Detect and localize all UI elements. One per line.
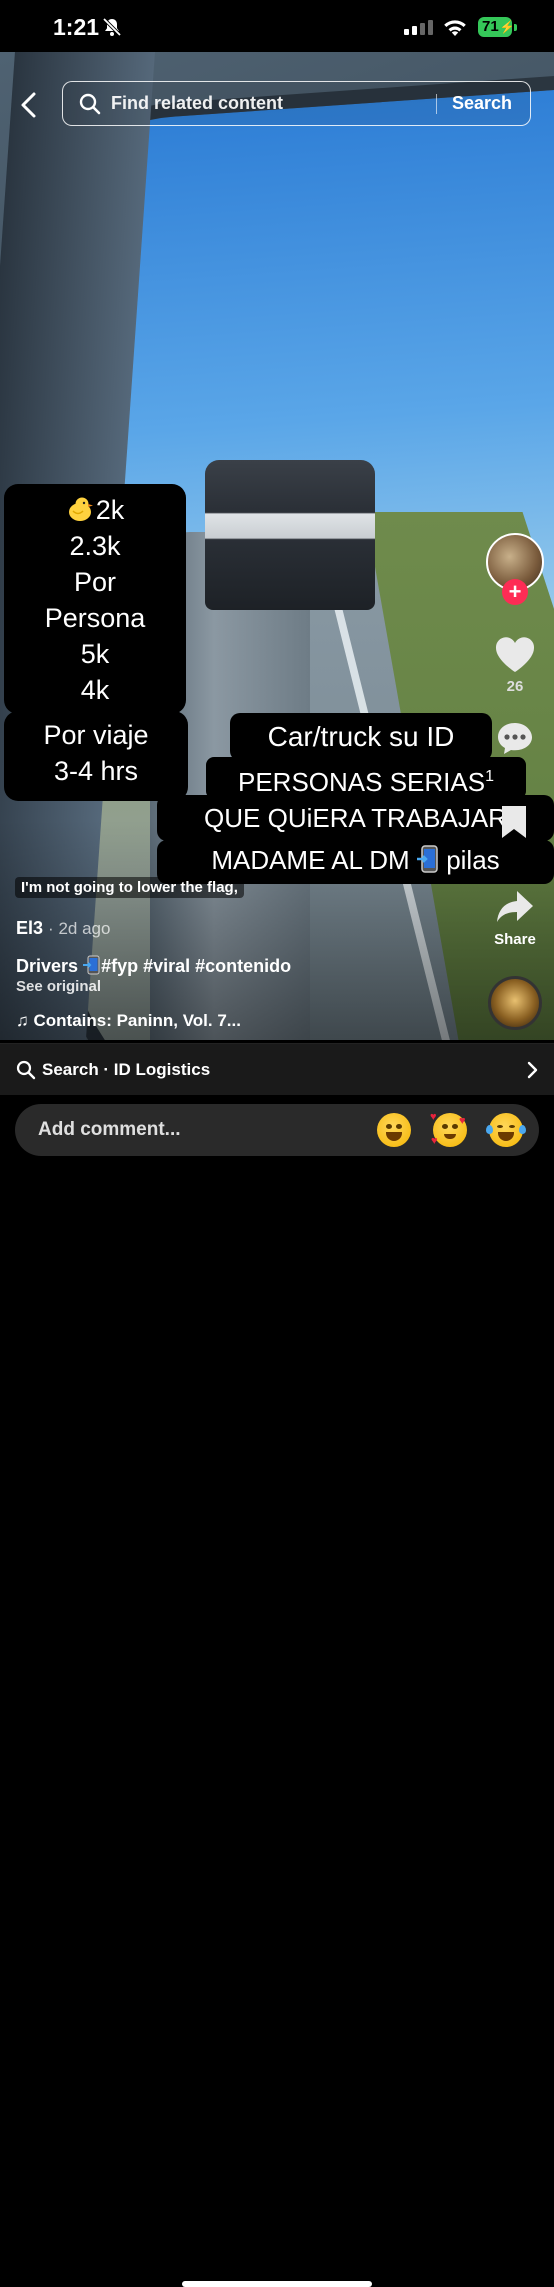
comment-bar: Add comment... ♥ ♥ ♥: [0, 1095, 554, 2287]
search-icon: [79, 93, 101, 120]
share-arrow-icon: [497, 891, 533, 922]
related-search-label[interactable]: Search · ID Logistics: [42, 1060, 210, 1080]
promo-line-4-text: MADAME AL DM: [211, 845, 410, 875]
add-comment-field[interactable]: Add comment... ♥ ♥ ♥: [15, 1104, 539, 1156]
price-line-4: Persona: [44, 603, 146, 633]
post-description: Drivers #fyp #viral #contenido: [16, 955, 291, 977]
share-button[interactable]: [495, 889, 535, 930]
grin-emoji-button[interactable]: [377, 1113, 411, 1147]
cellular-signal-icon: [404, 20, 433, 35]
chick-emoji-icon: [66, 495, 94, 521]
home-indicator: [182, 2281, 372, 2287]
chevron-right-icon: [526, 1061, 538, 1084]
heart-icon: [495, 637, 535, 672]
price-line-3: Por: [73, 567, 117, 597]
wifi-icon: [442, 18, 468, 43]
muted-bell-icon: [101, 16, 123, 43]
music-text[interactable]: Contains: Paninn, Vol. 7...: [33, 1011, 240, 1030]
search-button[interactable]: Search: [452, 93, 512, 114]
music-note-icon: ♫: [16, 1011, 29, 1030]
post-time: · 2d ago: [48, 919, 111, 938]
following-truck: [205, 460, 375, 610]
search-placeholder[interactable]: Find related content: [111, 93, 283, 114]
battery-cap: [514, 24, 517, 31]
trip-overlay: Por viaje 3-4 hrs: [4, 711, 188, 801]
search-divider: [436, 94, 437, 114]
trip-line-1: Por viaje: [43, 720, 149, 750]
back-button[interactable]: [16, 90, 42, 120]
status-time: 1:21: [53, 14, 100, 40]
chevron-left-icon: [21, 92, 36, 118]
battery-indicator: 71⚡: [478, 17, 515, 37]
description-prefix: Drivers: [16, 956, 79, 976]
promo-line-2-text: PERSONAS SERIAS: [238, 767, 486, 797]
comment-placeholder[interactable]: Add comment...: [38, 1119, 181, 1141]
music-info[interactable]: ♫ Contains: Paninn, Vol. 7...: [16, 1011, 241, 1031]
trip-line-2: 3-4 hrs: [53, 756, 139, 786]
music-disc[interactable]: [488, 976, 542, 1030]
price-value: 2k: [95, 495, 125, 525]
heart-face-emoji-button[interactable]: ♥ ♥ ♥: [430, 1111, 467, 1147]
comment-bubble-icon: [498, 723, 532, 754]
author-name[interactable]: El3: [16, 918, 43, 938]
see-original-link[interactable]: See original: [16, 978, 101, 995]
promo-line-2-sup: 1: [485, 768, 494, 785]
subtitle-caption: I'm not going to lower the flag,: [15, 877, 244, 898]
share-label: Share: [494, 931, 536, 948]
like-count: 26: [506, 678, 524, 695]
promo-line-1: Car/truck su ID: [230, 713, 492, 761]
laughing-tears-emoji-button[interactable]: [486, 1113, 526, 1147]
price-line-1: 2k: [4, 492, 186, 528]
battery-level: 71: [482, 18, 499, 35]
price-line-2: 2.3k: [69, 531, 121, 561]
post-author[interactable]: El3 · 2d ago: [16, 918, 110, 939]
price-line-6: 4k: [80, 675, 110, 705]
phone-arrow-emoji-icon: [416, 844, 439, 874]
promo-line-4-end: pilas: [446, 845, 500, 875]
promo-line-3: QUE QUiERA TRABAJAR: [157, 795, 554, 841]
phone-arrow-emoji-icon: [83, 955, 101, 975]
follow-plus-button[interactable]: +: [502, 579, 528, 605]
bookmark-icon: [502, 806, 526, 838]
related-search-bar[interactable]: Search · ID Logistics: [0, 1043, 554, 1096]
promo-line-2: PERSONAS SERIAS1: [206, 757, 526, 799]
description-tags[interactable]: #fyp #viral #contenido: [101, 956, 291, 976]
comment-button[interactable]: [496, 720, 534, 761]
price-line-5: 5k: [80, 639, 110, 669]
charging-bolt-icon: ⚡: [499, 20, 515, 34]
like-button[interactable]: [494, 636, 536, 679]
search-icon: [16, 1060, 36, 1085]
price-overlay: 2k 2.3k Por Persona 5k 4k: [4, 484, 186, 714]
related-content-search[interactable]: Find related content Search: [62, 81, 531, 126]
bookmark-button[interactable]: [498, 803, 530, 846]
status-bar: 1:21 71⚡: [0, 0, 554, 52]
post-time-value: 2d ago: [58, 919, 111, 938]
